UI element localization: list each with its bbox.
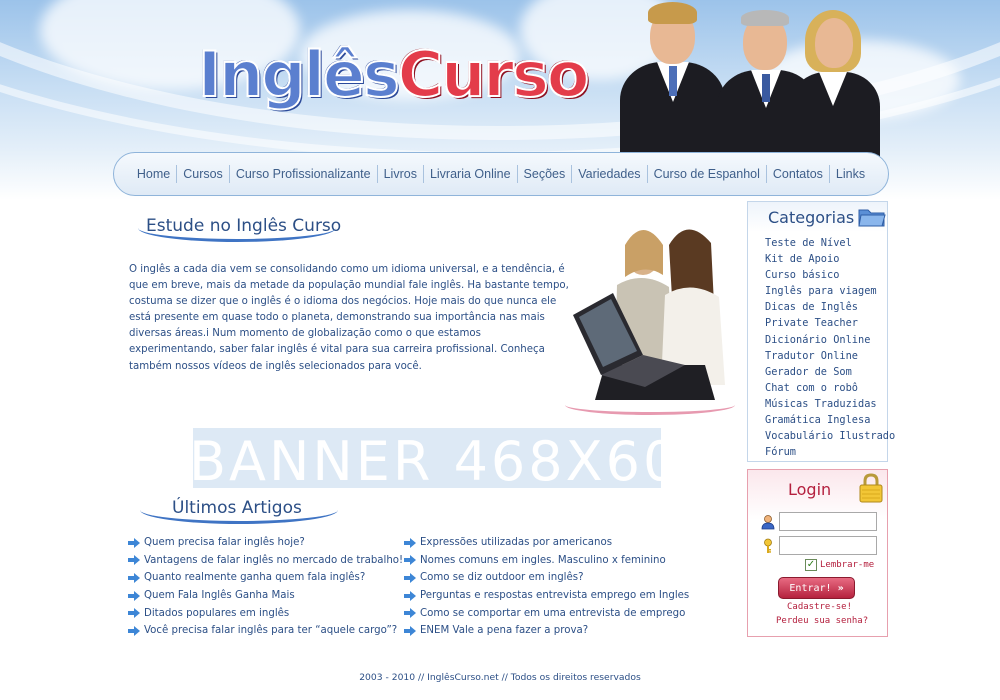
user-icon [761, 514, 775, 529]
forgot-password-link[interactable]: Perdeu sua senha? [776, 616, 868, 626]
latest-articles-list: Quem precisa falar inglês hoje? Expressõ… [128, 534, 728, 640]
arrow-right-icon [128, 537, 140, 548]
nav-links[interactable]: Links [830, 167, 871, 181]
nav-curso-de-espanhol[interactable]: Curso de Espanhol [648, 167, 766, 181]
arrow-right-icon [404, 555, 416, 566]
nav-curso-profissionalizante[interactable]: Curso Profissionalizante [230, 167, 377, 181]
arrow-right-icon [404, 572, 416, 583]
footer-copyright: 2003 - 2010 // InglêsCurso.net // Todos … [359, 672, 641, 683]
category-link[interactable]: Curso básico [765, 267, 895, 283]
article-title: Quem Fala Inglês Ganha Mais [144, 590, 295, 602]
password-input[interactable] [779, 536, 877, 555]
banner-text: BANNER 468X60 [193, 430, 661, 488]
padlock-icon [859, 473, 883, 503]
decorative-arc [565, 395, 735, 415]
remember-checkbox[interactable]: ✓ [805, 559, 817, 571]
nav-livros[interactable]: Livros [378, 167, 423, 181]
businesswoman-photo [785, 6, 885, 158]
page: InglêsCurso Home Cursos Curso Profission… [0, 0, 1000, 700]
ad-banner-placeholder[interactable]: BANNER 468X60 [193, 428, 661, 488]
article-link[interactable]: Ditados populares em inglês [128, 604, 404, 622]
article-title: ENEM Vale a pena fazer a prova? [420, 625, 589, 637]
article-link[interactable]: Como se comportar em uma entrevista de e… [404, 604, 704, 622]
article-link[interactable]: Expressões utilizadas por americanos [404, 534, 704, 552]
article-title: Você precisa falar inglês para ter “aque… [144, 625, 398, 637]
article-link[interactable]: Vantagens de falar inglês no mercado de … [128, 552, 404, 570]
login-title: Login [788, 480, 832, 499]
article-title: Como se comportar em uma entrevista de e… [420, 607, 686, 619]
username-row [760, 512, 877, 531]
nav-livraria-online[interactable]: Livraria Online [424, 167, 517, 181]
category-link[interactable]: Dicas de Inglês [765, 299, 895, 315]
category-link[interactable]: Tradutor Online [765, 348, 895, 364]
article-link[interactable]: Como se diz outdoor em inglês? [404, 569, 704, 587]
categories-list: Teste de Nível Kit de Apoio Curso básico… [765, 235, 895, 460]
category-link[interactable]: Kit de Apoio [765, 251, 895, 267]
title-underline [140, 510, 338, 524]
logo-part2: Curso [397, 37, 591, 112]
nav-contatos[interactable]: Contatos [767, 167, 829, 181]
category-link[interactable]: Inglês para viagem [765, 283, 895, 299]
main-navigation: Home Cursos Curso Profissionalizante Liv… [113, 152, 889, 196]
login-button[interactable]: Entrar! » [778, 577, 855, 599]
arrow-right-icon [128, 625, 140, 636]
arrow-right-icon [404, 625, 416, 636]
category-link[interactable]: Vocabulário Ilustrado [765, 428, 895, 444]
arrow-right-icon [404, 608, 416, 619]
key-icon [764, 538, 772, 553]
arrow-right-icon [128, 590, 140, 601]
username-input[interactable] [779, 512, 877, 531]
arrow-right-icon [128, 608, 140, 619]
remember-me[interactable]: ✓ Lembrar-me [805, 559, 874, 571]
login-panel: Login ✓ Lembrar-me Entrar! » Cadastre-se… [747, 469, 888, 637]
article-link[interactable]: Quem precisa falar inglês hoje? [128, 534, 404, 552]
categories-panel: Categorias Teste de Nível Kit de Apoio C… [747, 201, 895, 462]
students-laptop-photo [565, 215, 745, 415]
nav-variedades[interactable]: Variedades [572, 167, 646, 181]
article-link[interactable]: Quem Fala Inglês Ganha Mais [128, 587, 404, 605]
nav-cursos[interactable]: Cursos [177, 167, 229, 181]
double-chevron-right-icon: » [837, 582, 844, 594]
site-logo[interactable]: InglêsCurso [197, 37, 591, 112]
article-title: Como se diz outdoor em inglês? [420, 572, 584, 584]
arrow-right-icon [128, 555, 140, 566]
article-title: Ditados populares em inglês [144, 607, 290, 619]
password-row [760, 536, 877, 555]
arrow-right-icon [128, 572, 140, 583]
article-title: Expressões utilizadas por americanos [420, 537, 613, 549]
arrow-right-icon [404, 537, 416, 548]
logo-part1: Inglês [197, 37, 401, 112]
category-link[interactable]: Chat com o robô [765, 380, 895, 396]
category-link[interactable]: Músicas Traduzidas [765, 396, 895, 412]
register-link[interactable]: Cadastre-se! [787, 602, 852, 612]
categories-header: Categorias [748, 202, 887, 232]
category-link[interactable]: Fórum [765, 444, 895, 460]
article-title: Perguntas e respostas entrevista emprego… [420, 590, 690, 602]
login-button-label: Entrar! [789, 582, 832, 594]
article-link[interactable]: Você precisa falar inglês para ter “aque… [128, 622, 404, 640]
category-link[interactable]: Teste de Nível [765, 235, 895, 251]
category-link[interactable]: Private Teacher [765, 315, 895, 331]
category-link[interactable]: Gerador de Som [765, 364, 895, 380]
article-link[interactable]: Perguntas e respostas entrevista emprego… [404, 587, 704, 605]
article-link[interactable]: Nomes comuns em ingles. Masculino x femi… [404, 552, 704, 570]
category-link[interactable]: Dicionário Online [765, 332, 895, 348]
nav-secoes[interactable]: Seções [518, 167, 572, 181]
arrow-right-icon [404, 590, 416, 601]
article-title: Quem precisa falar inglês hoje? [144, 537, 305, 549]
intro-paragraph: O inglês a cada dia vem se consolidando … [129, 264, 569, 372]
article-link[interactable]: ENEM Vale a pena fazer a prova? [404, 622, 704, 640]
folder-icon [858, 209, 886, 227]
title-underline [138, 228, 336, 242]
article-link[interactable]: Quanto realmente ganha quem fala inglês? [128, 569, 404, 587]
article-title: Nomes comuns em ingles. Masculino x femi… [420, 554, 666, 566]
article-title: Vantagens de falar inglês no mercado de … [144, 554, 404, 566]
category-link[interactable]: Gramática Inglesa [765, 412, 895, 428]
students-illustration [573, 229, 725, 400]
nav-home[interactable]: Home [131, 167, 176, 181]
categories-title: Categorias [768, 208, 855, 227]
remember-label: Lembrar-me [820, 560, 875, 570]
article-title: Quanto realmente ganha quem fala inglês? [144, 572, 366, 584]
